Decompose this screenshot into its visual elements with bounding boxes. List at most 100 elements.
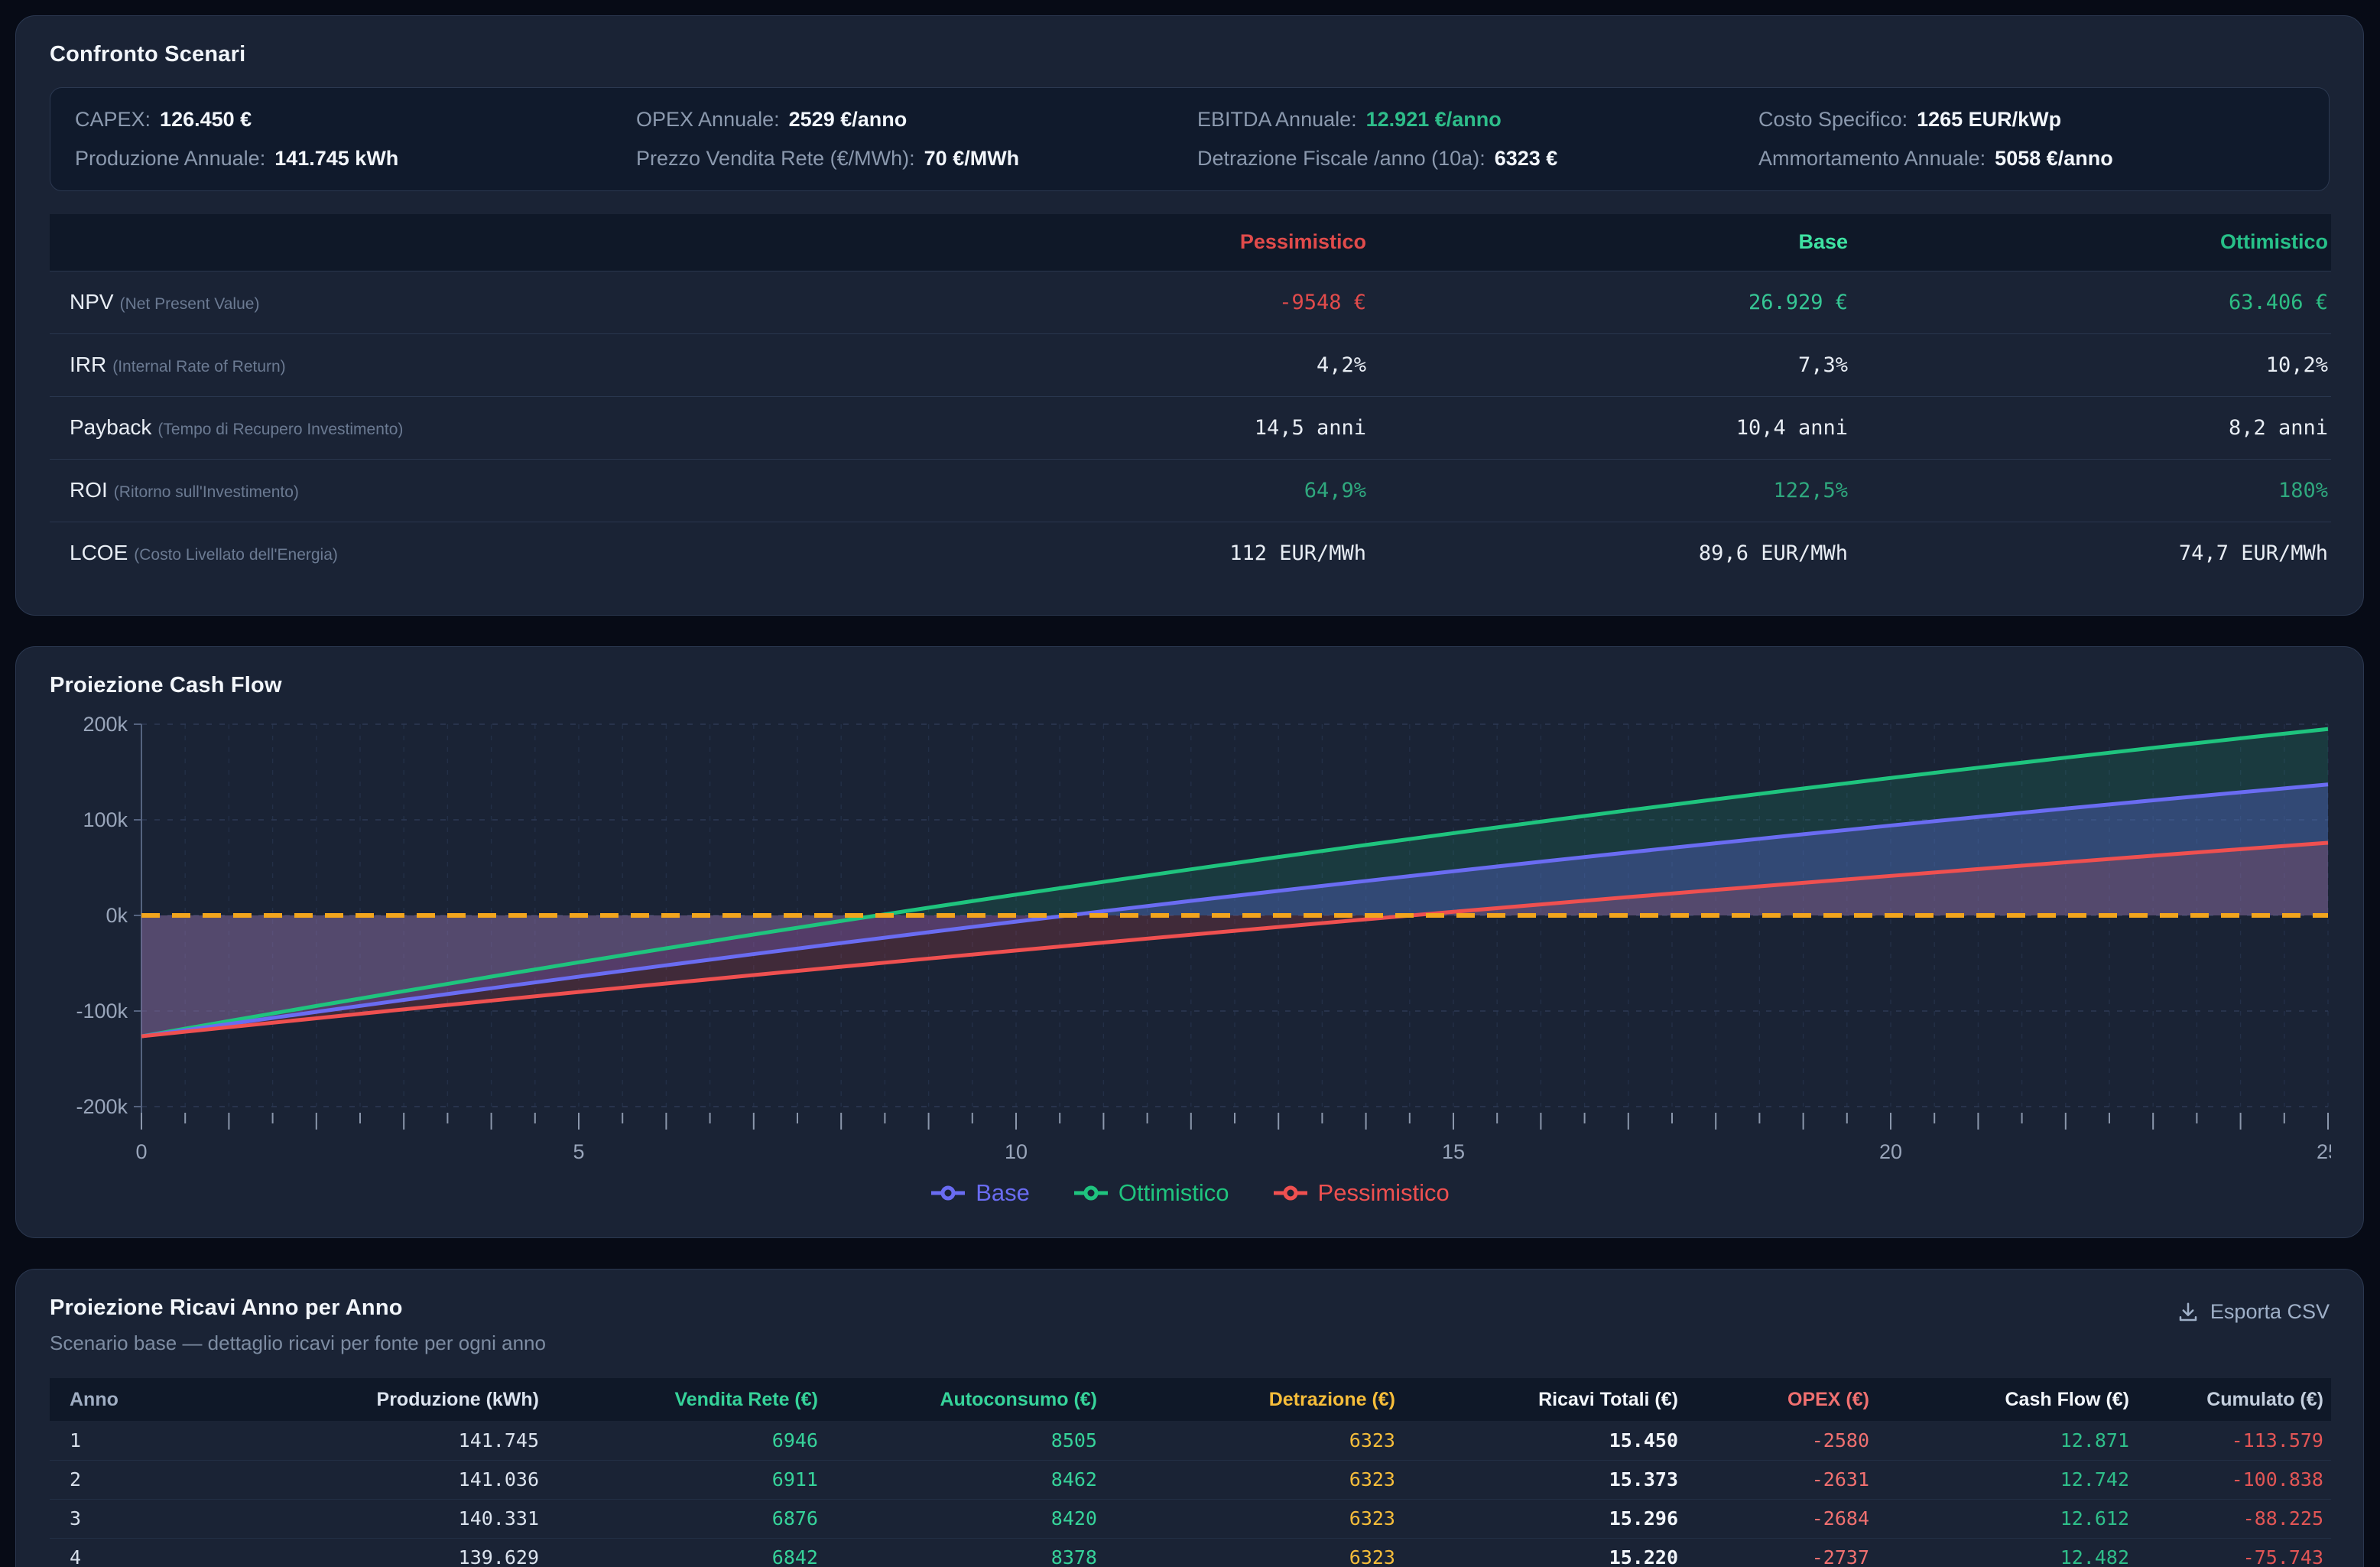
legend-item-base[interactable]: Base [930, 1179, 1030, 1207]
ricavi-cell: 6946 [547, 1421, 826, 1460]
ricavi-col-produzione-kwh: Produzione (kWh) [180, 1378, 547, 1421]
legend-marker-icon [1073, 1185, 1109, 1201]
metric-label: NPV(Net Present Value) [50, 271, 891, 333]
ricavi-cell: 6911 [547, 1460, 826, 1499]
metric-value: 10,4 anni [1369, 396, 1851, 459]
svg-text:0: 0 [135, 1140, 147, 1163]
ricavi-cell: 1 [50, 1421, 180, 1460]
card-confronto-scenari: Confronto Scenari CAPEX:126.450 €OPEX An… [15, 15, 2364, 616]
metric-value: 180% [1851, 459, 2331, 522]
cashflow-chart: 200k100k0k-100k-200k0510152025 [50, 706, 2331, 1171]
ricavi-cell: -113.579 [2137, 1421, 2331, 1460]
kpi-summary: CAPEX:126.450 €OPEX Annuale:2529 €/annoE… [50, 87, 2330, 191]
scenario-row-npv: NPV(Net Present Value)-9548 €26.929 €63.… [50, 271, 2331, 333]
metric-value: 26.929 € [1369, 271, 1851, 333]
ricavi-cell: 15.373 [1403, 1460, 1686, 1499]
svg-text:25: 25 [2317, 1140, 2331, 1163]
svg-text:20: 20 [1879, 1140, 1902, 1163]
kpi-value: 5058 €/anno [1995, 147, 2113, 171]
kpi-ammortamento-annuale: Ammortamento Annuale: 5058 €/anno [1758, 147, 2304, 171]
scenario-col-empty [50, 214, 891, 271]
scenario-row-irr: IRR(Internal Rate of Return)4,2%7,3%10,2… [50, 333, 2331, 396]
chart-legend: Base Ottimistico Pessimistico [50, 1179, 2330, 1207]
metric-value: 8,2 anni [1851, 396, 2331, 459]
legend-item-pessimistico[interactable]: Pessimistico [1272, 1179, 1450, 1207]
ricavi-col-opex: OPEX (€) [1686, 1378, 1877, 1421]
kpi-detrazione-fiscale: Detrazione Fiscale /anno (10a):6323 € [1197, 147, 1743, 171]
ricavi-row-1: 1141.74569468505632315.450-258012.871-11… [50, 1421, 2331, 1460]
kpi-opex-annuale: OPEX Annuale: 2529 €/anno [636, 108, 1182, 132]
metric-value: 14,5 anni [891, 396, 1369, 459]
kpi-ebitda-annuale: EBITDA Annuale: 12.921 €/anno [1197, 108, 1743, 132]
legend-label: Ottimistico [1119, 1179, 1229, 1207]
ricavi-cell: -2631 [1686, 1460, 1877, 1499]
ricavi-cell: -2684 [1686, 1499, 1877, 1538]
metric-value: 4,2% [891, 333, 1369, 396]
ricavi-row-4: 4139.62968428378632315.220-273712.482-75… [50, 1538, 2331, 1567]
ricavi-cell: 12.482 [1877, 1538, 2137, 1567]
kpi-value: 6323 € [1495, 147, 1558, 171]
ricavi-cell: -2737 [1686, 1538, 1877, 1567]
ricavi-cell: 8420 [826, 1499, 1105, 1538]
ricavi-cell: 8462 [826, 1460, 1105, 1499]
ricavi-header: Proiezione Ricavi Anno per Anno Scenario… [50, 1296, 2330, 1355]
ricavi-cell: 140.331 [180, 1499, 547, 1538]
metric-value: 112 EUR/MWh [891, 522, 1369, 584]
svg-text:100k: 100k [83, 808, 128, 831]
ricavi-cell: -100.838 [2137, 1460, 2331, 1499]
kpi-label: OPEX Annuale: [636, 108, 780, 132]
svg-text:15: 15 [1442, 1140, 1465, 1163]
card-cashflow: Proiezione Cash Flow 200k100k0k-100k-200… [15, 646, 2364, 1238]
metric-label: ROI(Ritorno sull'Investimento) [50, 459, 891, 522]
metric-value: 10,2% [1851, 333, 2331, 396]
legend-label: Base [976, 1179, 1030, 1207]
dashboard: Confronto Scenari CAPEX:126.450 €OPEX An… [0, 0, 2380, 1567]
ricavi-col-ricavi-totali: Ricavi Totali (€) [1403, 1378, 1686, 1421]
ricavi-col-vendita-rete: Vendita Rete (€) [547, 1378, 826, 1421]
export-csv-button[interactable]: Esporta CSV [2177, 1300, 2330, 1324]
svg-text:5: 5 [573, 1140, 584, 1163]
ricavi-cell: -2580 [1686, 1421, 1877, 1460]
cashflow-title: Proiezione Cash Flow [50, 673, 2330, 698]
ricavi-cell: 2 [50, 1460, 180, 1499]
ricavi-cell: 15.450 [1403, 1421, 1686, 1460]
scenario-col-base: Base [1369, 214, 1851, 271]
kpi-produzione-annuale: Produzione Annuale:141.745 kWh [75, 147, 621, 171]
ricavi-cell: 4 [50, 1538, 180, 1567]
ricavi-col-anno: Anno [50, 1378, 180, 1421]
metric-value: 63.406 € [1851, 271, 2331, 333]
export-csv-label: Esporta CSV [2210, 1300, 2330, 1324]
ricavi-cell: 8505 [826, 1421, 1105, 1460]
download-icon [2177, 1301, 2200, 1324]
kpi-label: Produzione Annuale: [75, 147, 265, 171]
metric-value: 7,3% [1369, 333, 1851, 396]
metric-value: 74,7 EUR/MWh [1851, 522, 2331, 584]
ricavi-table: AnnoProduzione (kWh)Vendita Rete (€)Auto… [50, 1378, 2331, 1567]
kpi-value: 12.921 €/anno [1366, 108, 1502, 132]
ricavi-cell: 139.629 [180, 1538, 547, 1567]
kpi-label: Ammortamento Annuale: [1758, 147, 1985, 171]
scenario-row-payback: Payback(Tempo di Recupero Investimento)1… [50, 396, 2331, 459]
kpi-prezzo-vendita-rete: Prezzo Vendita Rete (€/MWh):70 €/MWh [636, 147, 1182, 171]
ricavi-cell: 15.220 [1403, 1538, 1686, 1567]
kpi-value: 2529 €/anno [789, 108, 908, 132]
metric-value: -9548 € [891, 271, 1369, 333]
ricavi-cell: 6323 [1105, 1421, 1403, 1460]
cashflow-chart-area: 200k100k0k-100k-200k0510152025 [50, 706, 2330, 1175]
scenario-col-ottimistico: Ottimistico [1851, 214, 2331, 271]
scenario-table: PessimisticoBaseOttimistico NPV(Net Pres… [50, 214, 2331, 584]
ricavi-cell: 6323 [1105, 1538, 1403, 1567]
kpi-label: CAPEX: [75, 108, 151, 132]
svg-text:10: 10 [1005, 1140, 1028, 1163]
ricavi-cell: -88.225 [2137, 1499, 2331, 1538]
scenario-row-lcoe: LCOE(Costo Livellato dell'Energia)112 EU… [50, 522, 2331, 584]
svg-text:0k: 0k [106, 904, 128, 927]
kpi-label: EBITDA Annuale: [1197, 108, 1357, 132]
legend-item-ottimistico[interactable]: Ottimistico [1073, 1179, 1229, 1207]
ricavi-cell: 8378 [826, 1538, 1105, 1567]
ricavi-cell: 12.871 [1877, 1421, 2137, 1460]
ricavi-row-3: 3140.33168768420632315.296-268412.612-88… [50, 1499, 2331, 1538]
metric-label: LCOE(Costo Livellato dell'Energia) [50, 522, 891, 584]
svg-text:200k: 200k [83, 713, 128, 736]
ricavi-cell: 6842 [547, 1538, 826, 1567]
